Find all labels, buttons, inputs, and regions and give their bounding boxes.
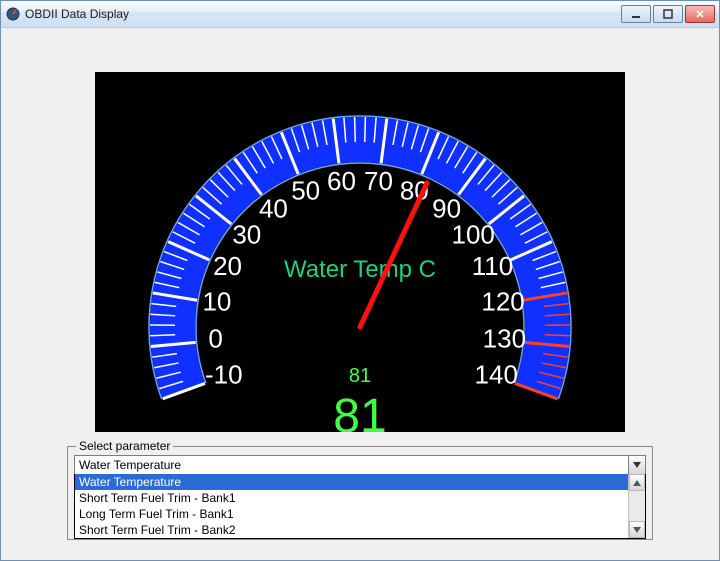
app-icon	[5, 6, 21, 22]
scroll-up-button[interactable]	[629, 474, 645, 491]
dropdown-toggle-icon	[628, 456, 645, 474]
scroll-down-button[interactable]	[629, 521, 645, 538]
dropdown-item[interactable]: Short Term Fuel Trim - Bank1	[75, 490, 645, 506]
client-area: -100102030405060708090100110120130140Wat…	[0, 28, 720, 561]
window-title: OBDII Data Display	[25, 7, 621, 21]
parameter-group: Select parameter Water Temperature Water…	[67, 446, 653, 540]
svg-text:110: 110	[472, 251, 513, 281]
parameter-combo[interactable]: Water Temperature	[74, 455, 646, 475]
dropdown-item[interactable]: Short Term Fuel Trim - Bank2	[75, 522, 645, 538]
dropdown-scrollbar[interactable]	[628, 474, 645, 538]
parameter-dropdown[interactable]: Water TemperatureShort Term Fuel Trim - …	[74, 474, 646, 539]
close-button[interactable]	[685, 5, 715, 23]
svg-text:100: 100	[452, 219, 495, 249]
parameter-combo-value: Water Temperature	[79, 458, 181, 472]
window-buttons	[621, 5, 715, 23]
dropdown-item[interactable]: Long Term Fuel Trim - Bank1	[75, 506, 645, 522]
svg-text:0: 0	[208, 323, 222, 353]
scroll-track[interactable]	[629, 491, 645, 521]
svg-text:-10: -10	[205, 359, 243, 389]
svg-text:81: 81	[349, 365, 371, 387]
maximize-button[interactable]	[653, 5, 683, 23]
svg-text:120: 120	[481, 286, 524, 316]
svg-text:140: 140	[475, 359, 518, 389]
minimize-button[interactable]	[621, 5, 651, 23]
titlebar: OBDII Data Display	[0, 0, 720, 28]
svg-text:30: 30	[232, 219, 261, 249]
svg-text:81: 81	[333, 390, 386, 432]
dropdown-item[interactable]: Water Temperature	[75, 474, 645, 490]
svg-text:130: 130	[483, 323, 526, 353]
svg-text:20: 20	[213, 251, 242, 281]
parameter-group-label: Select parameter	[76, 439, 173, 453]
svg-text:70: 70	[364, 166, 393, 196]
svg-text:10: 10	[202, 286, 231, 316]
svg-text:Water Temp C: Water Temp C	[284, 256, 436, 283]
gauge-panel: -100102030405060708090100110120130140Wat…	[95, 72, 625, 432]
svg-text:40: 40	[259, 194, 288, 224]
svg-text:50: 50	[291, 175, 320, 205]
svg-text:60: 60	[327, 166, 356, 196]
gauge: -100102030405060708090100110120130140Wat…	[95, 72, 625, 432]
